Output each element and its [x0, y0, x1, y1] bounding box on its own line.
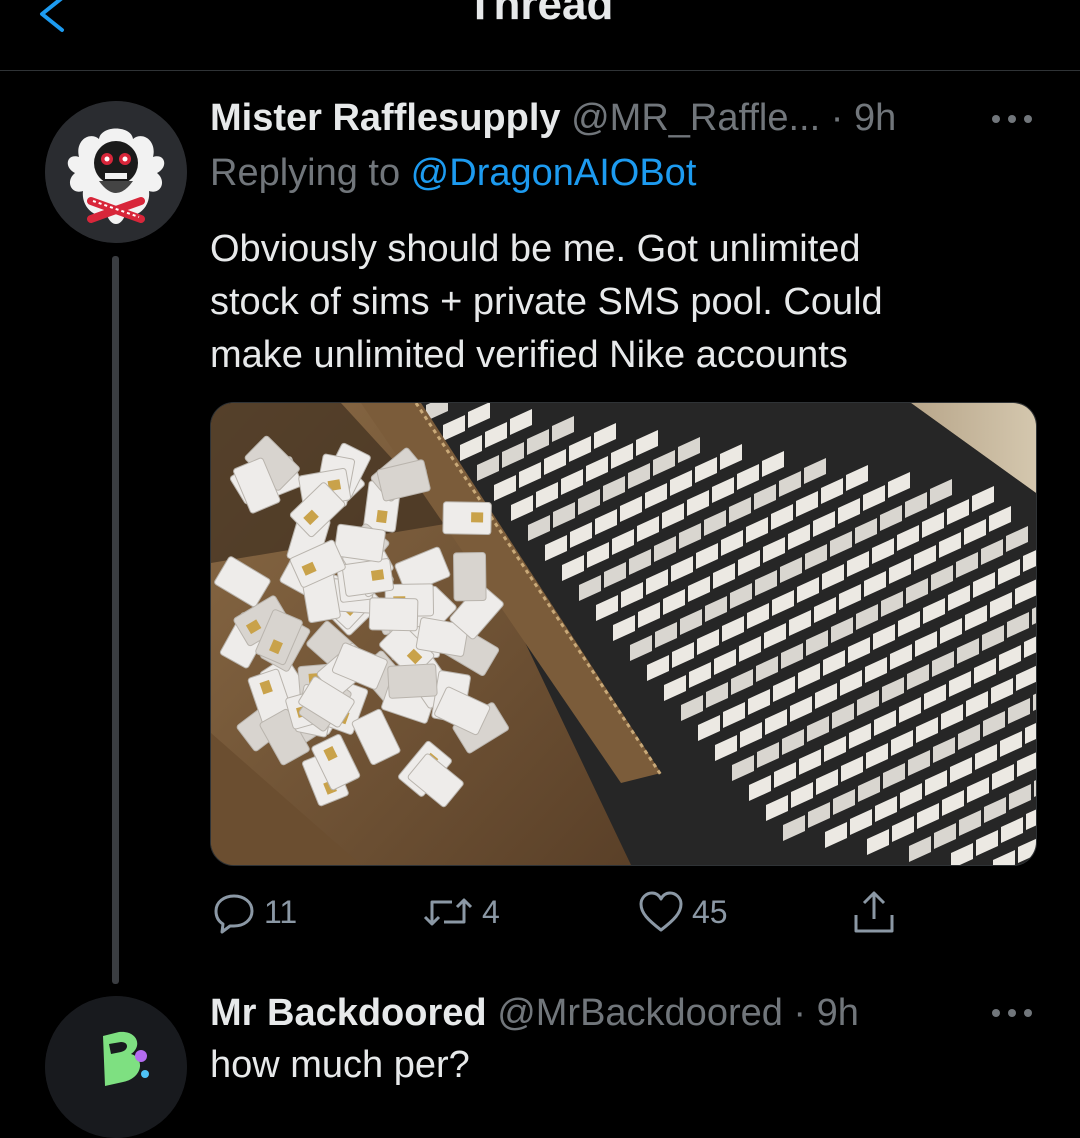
sim-card-tray — [1035, 857, 1036, 865]
retweet-button[interactable]: 4 — [422, 888, 500, 936]
display-name[interactable]: Mr Backdoored — [210, 992, 487, 1034]
mention-link[interactable]: @DragonAIOBot — [411, 152, 697, 194]
sim-cards-photo — [211, 403, 1036, 865]
backdoor-logo-icon — [45, 996, 187, 1138]
tweet-text: how much per? — [210, 1044, 470, 1086]
tweet-text-line: stock of sims + private SMS pool. Could — [210, 281, 883, 323]
avatar[interactable] — [45, 996, 187, 1138]
tweet-author-row[interactable]: Mr Backdoored @MrBackdoored · 9h — [210, 992, 859, 1035]
handle[interactable]: @MrBackdoored — [497, 992, 783, 1034]
reply-count: 11 — [264, 893, 298, 930]
like-count: 45 — [692, 893, 728, 930]
tweet-text: Obviously should be me. Got unlimited st… — [210, 223, 1010, 382]
display-name[interactable]: Mister Rafflesupply — [210, 97, 561, 139]
timestamp[interactable]: 9h — [817, 992, 859, 1034]
retweet-icon — [423, 898, 473, 926]
tweet-author-row[interactable]: Mister Rafflesupply @MR_Raffle... · 9h — [210, 97, 896, 140]
retweet-count: 4 — [482, 893, 500, 930]
comment-icon — [214, 894, 254, 934]
loose-sim-card — [368, 597, 419, 632]
loose-sim-card — [453, 552, 487, 602]
reply-button[interactable]: 11 — [212, 888, 297, 936]
share-icon — [854, 891, 894, 933]
replying-to: Replying to @DragonAIOBot — [210, 152, 696, 195]
like-button[interactable]: 45 — [638, 888, 728, 936]
tweet-media-photo[interactable] — [210, 402, 1037, 866]
skull-logo-icon — [45, 101, 187, 243]
timestamp[interactable]: 9h — [854, 97, 896, 139]
separator: · — [782, 992, 817, 1034]
thread-header: Thread — [0, 0, 1080, 71]
heart-icon — [639, 891, 683, 932]
loose-sim-card — [387, 663, 438, 699]
thread-connector-line — [112, 256, 119, 984]
loose-sim-card — [442, 501, 492, 536]
replying-prefix: Replying to — [210, 152, 411, 194]
share-button[interactable] — [852, 888, 896, 936]
tweet-text-line: Obviously should be me. Got unlimited — [210, 228, 861, 270]
separator: · — [820, 97, 854, 139]
page-title: Thread — [466, 0, 614, 29]
more-horizontal-icon[interactable] — [990, 1006, 1034, 1020]
tweet-text-line: make unlimited verified Nike accounts — [210, 334, 848, 376]
loose-sim-card — [341, 558, 394, 597]
avatar[interactable] — [45, 101, 187, 243]
loose-sim-card — [333, 523, 386, 563]
handle[interactable]: @MR_Raffle... — [571, 97, 820, 139]
more-horizontal-icon[interactable] — [990, 112, 1034, 126]
